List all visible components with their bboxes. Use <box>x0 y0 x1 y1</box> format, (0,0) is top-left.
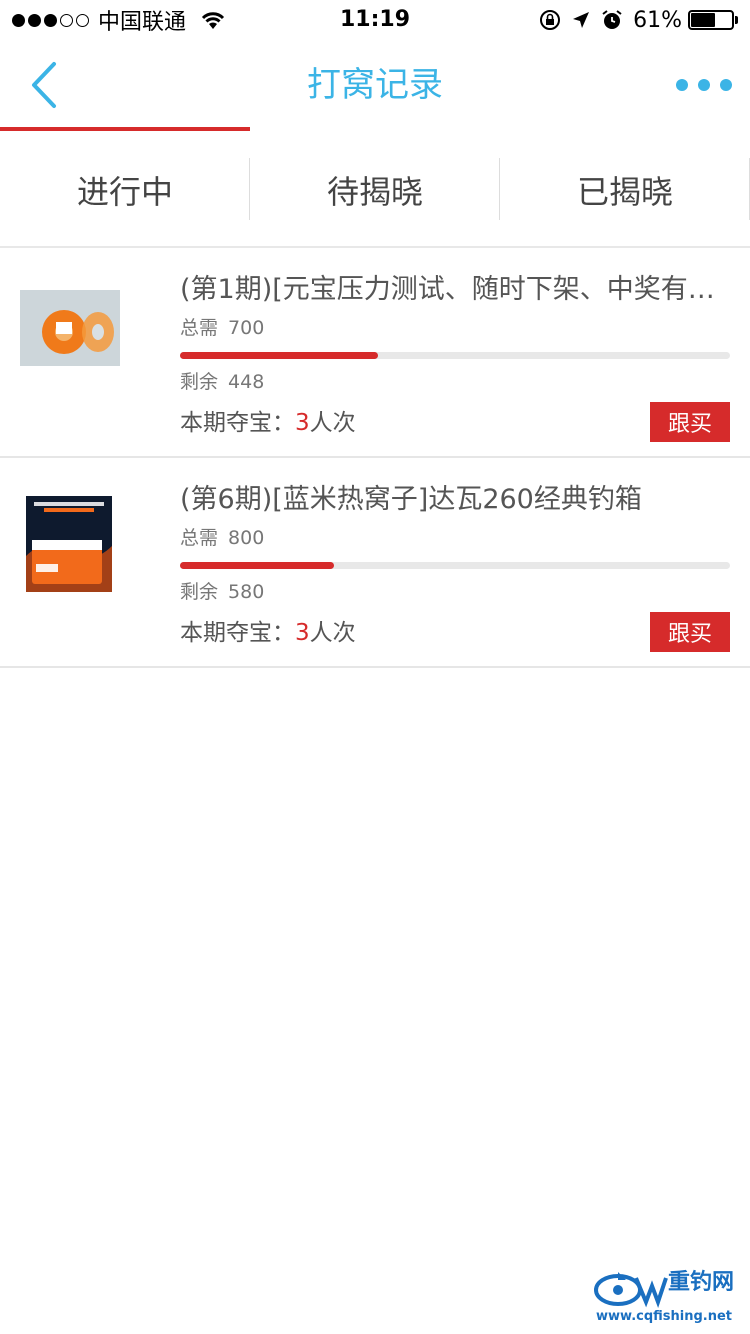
battery-percent: 61% <box>633 7 682 33</box>
item-title[interactable]: (第6期)[蓝米热窝子]达瓦260经典钓箱 <box>180 480 730 520</box>
period-label: 本期夺宝： <box>180 620 295 646</box>
item-title[interactable]: (第1期)[元宝压力测试、随时下架、中奖有… <box>180 270 730 310</box>
tab-label: 进行中 <box>76 173 173 211</box>
list-item[interactable]: (第6期)[蓝米热窝子]达瓦260经典钓箱 总需 800 剩余 580 本期夺宝：3… <box>0 458 750 668</box>
site-logo-icon <box>594 1272 668 1308</box>
progress-fill <box>180 562 334 569</box>
remaining-value: 448 <box>228 371 265 393</box>
location-arrow-icon <box>573 12 590 28</box>
period-unit: 人次 <box>309 620 356 646</box>
product-image[interactable] <box>26 496 112 592</box>
remaining-value: 580 <box>228 581 265 603</box>
remaining-label: 剩余 <box>180 581 219 603</box>
status-right: 61% <box>529 6 738 34</box>
follow-buy-button[interactable]: 跟买 <box>650 612 730 652</box>
watermark: 重钓网 www.cqfishing.net <box>592 1268 750 1330</box>
follow-buy-button[interactable]: 跟买 <box>650 402 730 442</box>
status-bar: 中国联通 11:19 61% <box>0 0 750 40</box>
period-count: 3 <box>295 410 310 436</box>
period-label: 本期夺宝： <box>180 410 295 436</box>
period-unit: 人次 <box>309 410 356 436</box>
watermark-name: 重钓网 <box>668 1270 735 1295</box>
period-count: 3 <box>295 620 310 646</box>
progress-bar <box>180 562 730 569</box>
rotation-lock-icon <box>540 10 561 30</box>
period-participation: 本期夺宝：3人次 <box>180 616 356 650</box>
alarm-clock-icon <box>602 10 622 29</box>
battery-icon <box>688 10 738 30</box>
more-dots-icon[interactable] <box>676 68 732 102</box>
product-image[interactable] <box>20 290 120 366</box>
watermark-url: www.cqfishing.net <box>596 1309 733 1324</box>
total-need-label: 总需 <box>180 317 219 339</box>
total-need: 总需 800 <box>180 524 264 552</box>
page-title: 打窝记录 <box>307 65 443 105</box>
tab-in-progress[interactable]: 进行中 <box>0 150 250 230</box>
nav-bar: 打窝记录 <box>0 40 750 132</box>
total-need-value: 700 <box>228 317 265 339</box>
tab-bar: 进行中 待揭晓 已揭晓 <box>0 150 750 230</box>
total-need-value: 800 <box>228 527 265 549</box>
tab-label: 已揭晓 <box>576 173 673 211</box>
nav-progress-bar <box>0 127 250 131</box>
period-participation: 本期夺宝：3人次 <box>180 406 356 440</box>
remaining: 剩余 448 <box>180 368 264 396</box>
record-list: (第1期)[元宝压力测试、随时下架、中奖有… 总需 700 剩余 448 本期夺宝：… <box>0 248 750 668</box>
tab-label: 待揭晓 <box>326 173 423 211</box>
total-need-label: 总需 <box>180 527 219 549</box>
progress-fill <box>180 352 378 359</box>
progress-bar <box>180 352 730 359</box>
tab-pending-reveal[interactable]: 待揭晓 <box>250 150 500 230</box>
remaining-label: 剩余 <box>180 371 219 393</box>
remaining: 剩余 580 <box>180 578 264 606</box>
list-item[interactable]: (第1期)[元宝压力测试、随时下架、中奖有… 总需 700 剩余 448 本期夺宝：… <box>0 248 750 458</box>
total-need: 总需 700 <box>180 314 264 342</box>
tab-revealed[interactable]: 已揭晓 <box>500 150 750 230</box>
